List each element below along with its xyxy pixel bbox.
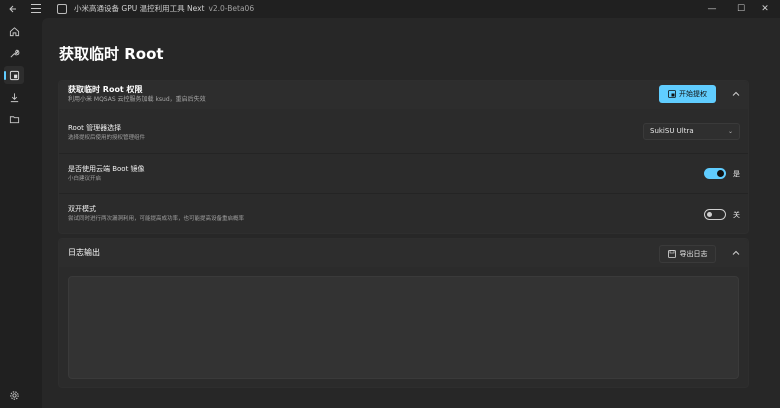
root-manager-subtitle: 选择提权后使用的授权管理组件 — [68, 135, 146, 141]
root-manager-select[interactable]: SukiSU Ultra ⌄ — [643, 123, 740, 140]
root-card: 获取临时 Root 权限 利用小米 MQSAS 云控服务加载 ksud，重启后失… — [58, 80, 749, 234]
chevron-down-icon: ⌄ — [727, 128, 733, 135]
save-icon — [667, 250, 676, 258]
download-icon — [10, 92, 18, 102]
home-icon — [9, 26, 19, 36]
window-title: 小米高通设备 GPU 温控利用工具 Next v2.0-Beta06 — [74, 2, 254, 16]
cloud-boot-title: 是否使用云端 Boot 镜像 — [68, 165, 145, 173]
log-output-area[interactable] — [68, 276, 739, 379]
close-button[interactable]: ✕ — [750, 0, 780, 18]
app-version: v2.0-Beta06 — [208, 4, 255, 13]
nav-root[interactable] — [4, 66, 24, 84]
wrench-icon — [10, 49, 19, 57]
folder-icon — [9, 115, 19, 123]
cloud-boot-subtitle: 小白建议开启 — [68, 176, 102, 182]
log-card-title: 日志输出 — [68, 248, 100, 257]
nav-sidebar — [0, 18, 28, 408]
root-manager-title: Root 管理器选择 — [68, 124, 122, 132]
root-manager-value: SukiSU Ultra — [650, 127, 694, 135]
root-card-header[interactable]: 获取临时 Root 权限 利用小米 MQSAS 云控服务加载 ksud，重启后失… — [59, 81, 748, 109]
root-manager-row: Root 管理器选择 选择提权后使用的授权管理组件 SukiSU Ultra ⌄ — [59, 113, 748, 153]
log-card: 日志输出 导出日志 — [58, 238, 749, 388]
page-title: 获取临时 Root — [59, 45, 164, 63]
root-card-subtitle: 利用小米 MQSAS 云控服务加载 ksud，重启后失效 — [68, 96, 206, 103]
back-arrow-icon[interactable] — [8, 3, 18, 15]
app-title: 小米高通设备 GPU 温控利用工具 Next — [74, 4, 205, 13]
hamburger-menu-icon[interactable] — [31, 4, 41, 13]
gear-icon[interactable] — [9, 390, 20, 401]
start-root-label: 开始提权 — [679, 90, 707, 98]
nav-tools[interactable] — [4, 44, 24, 62]
cloud-boot-toggle-label: 是 — [733, 170, 740, 178]
nav-folder[interactable] — [4, 110, 24, 128]
log-card-header[interactable]: 日志输出 导出日志 — [59, 239, 748, 267]
root-card-title: 获取临时 Root 权限 — [68, 85, 143, 94]
dual-mode-toggle[interactable] — [704, 209, 726, 220]
dual-mode-subtitle: 尝试同时进行两次漏洞利用，可能提高成功率，也可能提高设备重启概率 — [68, 216, 245, 222]
cloud-boot-row: 是否使用云端 Boot 镜像 小白建议开启 是 — [59, 153, 748, 193]
dual-mode-title: 双开模式 — [68, 205, 96, 213]
main-content: 获取临时 Root 获取临时 Root 权限 利用小米 MQSAS 云控服务加载… — [42, 18, 780, 408]
app-logo-icon — [57, 4, 67, 14]
root-icon — [668, 90, 676, 98]
chevron-up-icon[interactable] — [731, 249, 741, 259]
export-log-button[interactable]: 导出日志 — [659, 245, 716, 263]
minimize-button[interactable]: — — [697, 0, 727, 18]
dual-mode-row: 双开模式 尝试同时进行两次漏洞利用，可能提高成功率，也可能提高设备重启概率 关 — [59, 193, 748, 234]
nav-download[interactable] — [4, 88, 24, 106]
start-root-button[interactable]: 开始提权 — [659, 85, 716, 103]
title-bar: 小米高通设备 GPU 温控利用工具 Next v2.0-Beta06 — ☐ ✕ — [0, 0, 780, 18]
nav-home[interactable] — [4, 22, 24, 40]
chevron-up-icon[interactable] — [731, 90, 741, 100]
cloud-boot-toggle[interactable] — [704, 168, 726, 179]
dual-mode-toggle-label: 关 — [733, 211, 740, 219]
root-icon — [9, 70, 19, 80]
export-log-label: 导出日志 — [679, 250, 708, 258]
